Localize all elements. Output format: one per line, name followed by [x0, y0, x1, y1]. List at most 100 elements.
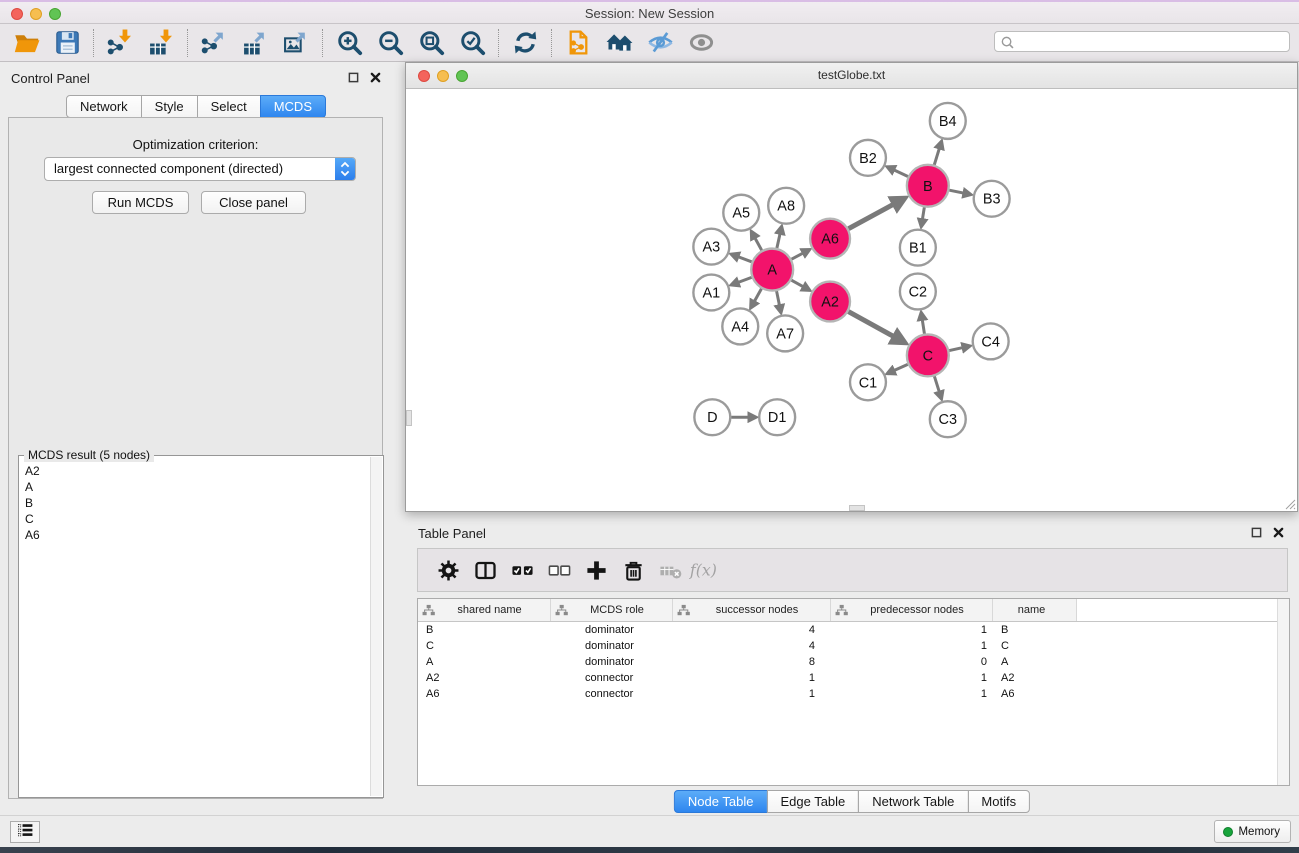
save-session-button[interactable]	[47, 27, 88, 59]
export-network-button[interactable]	[194, 27, 235, 59]
graph-node-C3[interactable]: C3	[930, 401, 966, 437]
table-cell[interactable]: 1	[673, 688, 831, 700]
tab-select[interactable]: Select	[197, 95, 261, 118]
export-table-button[interactable]	[235, 27, 276, 59]
graph-edge-B-B3[interactable]	[949, 190, 966, 193]
graph-edge-A2-C[interactable]	[848, 312, 897, 339]
graph-node-A5[interactable]: A5	[723, 195, 759, 231]
graph-node-B[interactable]: B	[907, 165, 949, 207]
table-cell[interactable]: 1	[831, 688, 993, 700]
result-scrollbar[interactable]	[370, 457, 382, 796]
show-columns-button[interactable]	[467, 553, 504, 587]
graph-node-C1[interactable]: C1	[850, 364, 886, 400]
graph-edge-A-A7[interactable]	[777, 291, 780, 308]
column-header-shared-name[interactable]: shared name	[418, 599, 551, 621]
optimization-criterion-select[interactable]: largest connected component (directed)	[44, 157, 356, 181]
graph-edge-A-A3[interactable]	[736, 256, 752, 262]
graph-node-A8[interactable]: A8	[768, 188, 804, 224]
zoom-fit-button[interactable]	[411, 27, 452, 59]
column-header-name[interactable]: name	[993, 599, 1077, 621]
run-mcds-button[interactable]: Run MCDS	[92, 191, 189, 214]
graph-node-B2[interactable]: B2	[850, 140, 886, 176]
home-button[interactable]	[599, 27, 640, 59]
tab-mcds[interactable]: MCDS	[260, 95, 326, 118]
graph-edge-A-A1[interactable]	[736, 277, 752, 283]
table-cell[interactable]: dominator	[551, 640, 673, 652]
graph-edge-A-A4[interactable]	[753, 289, 761, 304]
close-panel-icon[interactable]	[1272, 526, 1285, 539]
table-cell[interactable]: 8	[673, 656, 831, 668]
delete-row-button[interactable]	[615, 553, 652, 587]
graph-node-A[interactable]: A	[751, 249, 793, 291]
add-row-button[interactable]	[578, 553, 615, 587]
table-cell[interactable]: A	[993, 656, 1077, 668]
table-cell[interactable]: connector	[551, 672, 673, 684]
deselect-all-button[interactable]	[541, 553, 578, 587]
graph-node-B1[interactable]: B1	[900, 230, 936, 266]
table-row[interactable]: Cdominator41C	[418, 638, 1289, 654]
graph-node-A4[interactable]: A4	[722, 308, 758, 344]
table-row[interactable]: Adominator80A	[418, 654, 1289, 670]
graph-edge-B-B1[interactable]	[922, 207, 924, 221]
table-cell[interactable]: 1	[831, 624, 993, 636]
graph-edge-A6-B[interactable]	[849, 202, 898, 228]
table-tab-node-table[interactable]: Node Table	[674, 790, 768, 813]
mcds-result-item[interactable]: A	[20, 479, 370, 495]
search-input[interactable]	[1017, 32, 1289, 51]
graph-edge-C-C3[interactable]	[934, 376, 940, 394]
table-cell[interactable]: C	[418, 640, 551, 652]
mcds-result-item[interactable]: A6	[20, 527, 370, 543]
table-cell[interactable]: A	[418, 656, 551, 668]
graph-edge-C-C1[interactable]	[892, 364, 908, 371]
select-all-button[interactable]	[504, 553, 541, 587]
graph-node-C4[interactable]: C4	[973, 323, 1009, 359]
import-network-button[interactable]	[100, 27, 141, 59]
zoom-selected-button[interactable]	[452, 27, 493, 59]
settings-gear-button[interactable]	[430, 553, 467, 587]
graph-edge-B-B2[interactable]	[892, 169, 908, 177]
vertical-scroll-thumb[interactable]	[406, 410, 412, 426]
table-cell[interactable]: dominator	[551, 656, 673, 668]
graph-edge-A-A8[interactable]	[777, 231, 781, 248]
graph-node-A7[interactable]: A7	[767, 315, 803, 351]
graph-node-A2[interactable]: A2	[810, 282, 850, 322]
mcds-result-item[interactable]: C	[20, 511, 370, 527]
network-from-file-button[interactable]	[558, 27, 599, 59]
table-scrollbar[interactable]	[1277, 599, 1289, 785]
zoom-in-button[interactable]	[329, 27, 370, 59]
network-window-titlebar[interactable]: testGlobe.txt	[406, 63, 1297, 89]
graph-node-A3[interactable]: A3	[693, 229, 729, 265]
show-tasks-button[interactable]	[10, 821, 40, 843]
table-cell[interactable]: dominator	[551, 624, 673, 636]
graph-node-B4[interactable]: B4	[930, 103, 966, 139]
table-row[interactable]: Bdominator41B	[418, 622, 1289, 638]
table-cell[interactable]: B	[418, 624, 551, 636]
table-cell[interactable]: B	[993, 624, 1077, 636]
table-tab-edge-table[interactable]: Edge Table	[766, 790, 859, 813]
mcds-result-item[interactable]: B	[20, 495, 370, 511]
table-cell[interactable]: 4	[673, 624, 831, 636]
table-tab-motifs[interactable]: Motifs	[967, 790, 1030, 813]
table-cell[interactable]: connector	[551, 688, 673, 700]
graph-node-B3[interactable]: B3	[974, 181, 1010, 217]
import-table-button[interactable]	[141, 27, 182, 59]
table-cell[interactable]: A6	[993, 688, 1077, 700]
search-field[interactable]	[994, 31, 1290, 52]
table-cell[interactable]: C	[993, 640, 1077, 652]
table-row[interactable]: A6connector11A6	[418, 686, 1289, 702]
table-cell[interactable]: 0	[831, 656, 993, 668]
close-panel-icon[interactable]	[369, 71, 382, 84]
graph-node-D[interactable]: D	[694, 399, 730, 435]
open-file-button[interactable]	[6, 27, 47, 59]
graph-node-C[interactable]: C	[907, 334, 949, 376]
table-cell[interactable]: 4	[673, 640, 831, 652]
network-graph[interactable]: B4B2BB3A8A5A6A3B1AA1C2A2A4A7C4CC1C3DD1	[407, 89, 1296, 510]
table-cell[interactable]: A2	[418, 672, 551, 684]
eye-button[interactable]	[681, 27, 722, 59]
memory-button[interactable]: Memory	[1214, 820, 1291, 843]
table-tab-network-table[interactable]: Network Table	[858, 790, 968, 813]
column-header-predecessor-nodes[interactable]: predecessor nodes	[831, 599, 993, 621]
table-cell[interactable]: A6	[418, 688, 551, 700]
export-image-button[interactable]	[276, 27, 317, 59]
table-row[interactable]: A2connector11A2	[418, 670, 1289, 686]
